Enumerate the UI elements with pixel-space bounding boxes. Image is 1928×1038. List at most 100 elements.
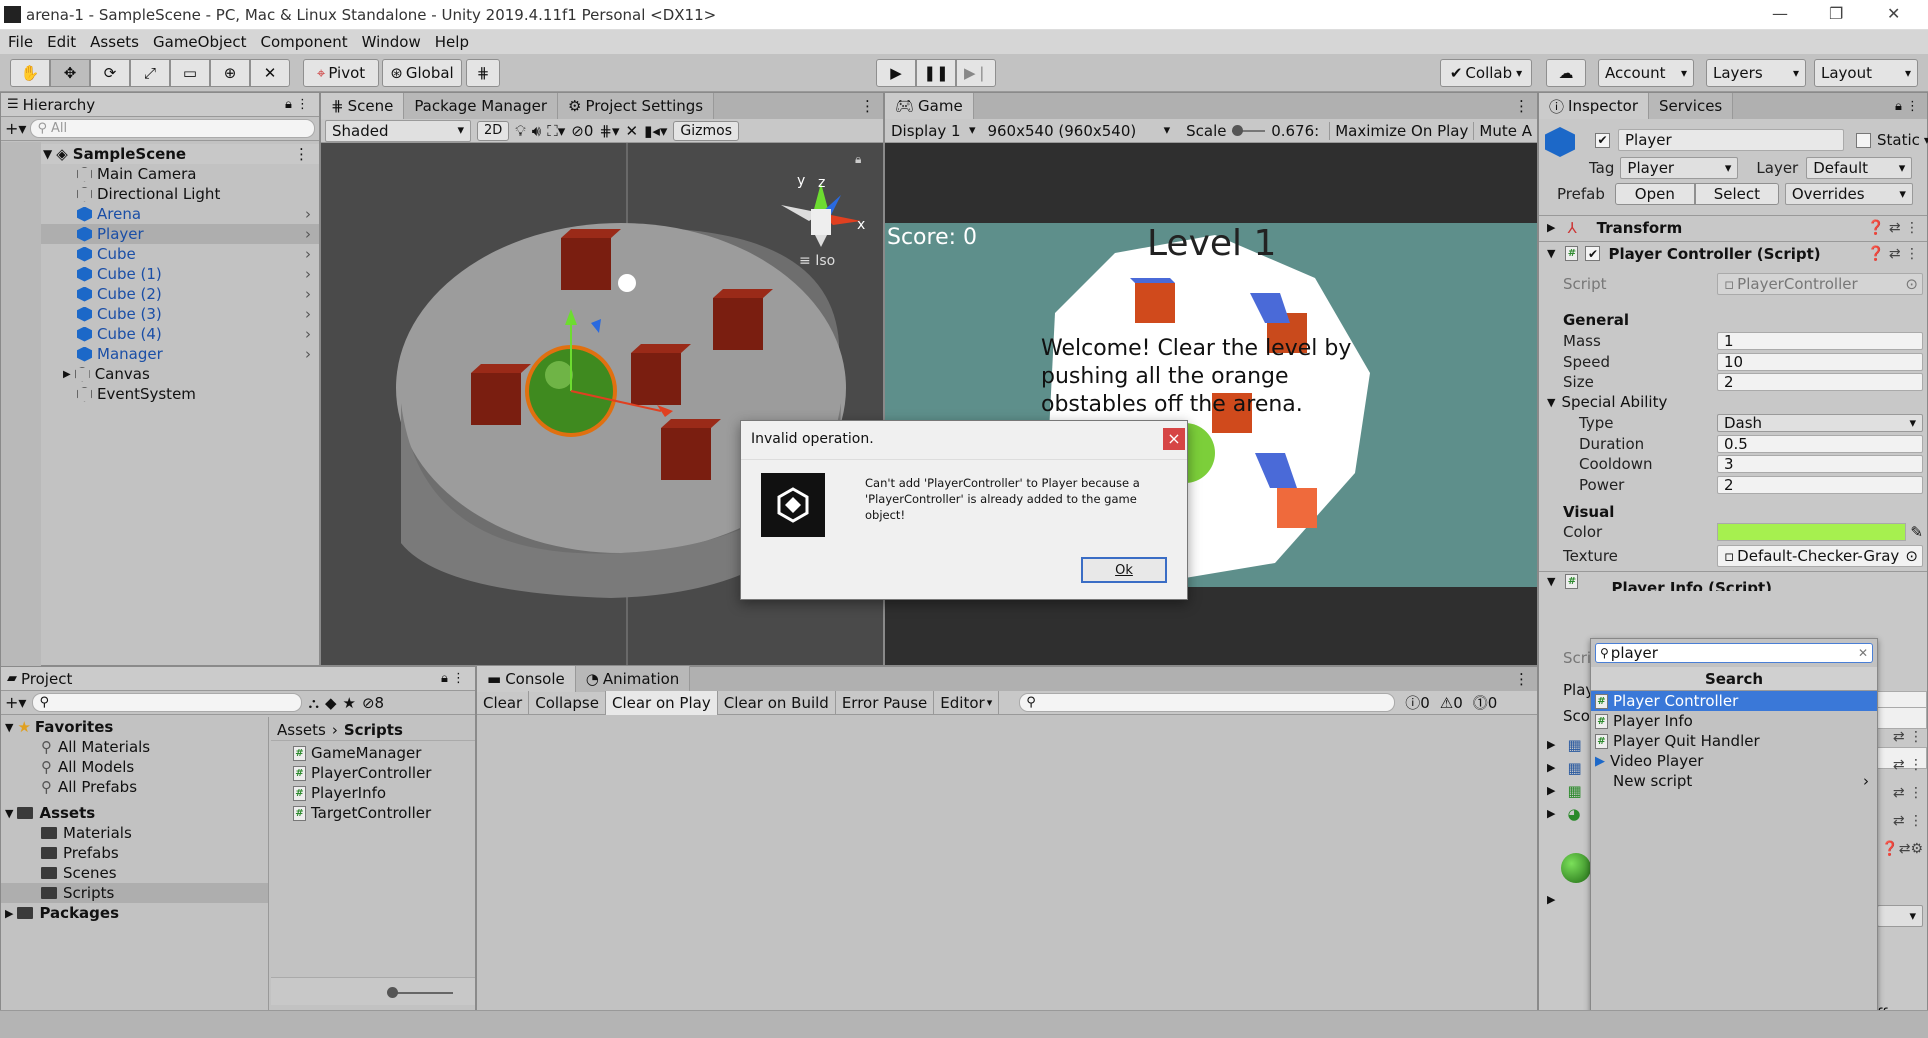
hierarchy-item[interactable]: Cube (4) › <box>1 324 319 344</box>
rect-tool-icon[interactable]: ▭ <box>170 59 210 87</box>
overrides-dropdown[interactable]: Overrides <box>1784 183 1913 205</box>
asset-folder[interactable]: Scenes <box>1 863 268 883</box>
hierarchy-item[interactable]: Player › <box>1 224 319 244</box>
component-menu-icons[interactable]: ⇄ ⋮ ⇄ ⋮ ⇄ ⋮ ⇄ ⋮ ❓⇄⚙ <box>1873 723 1923 863</box>
component-menu-icons[interactable]: ❓ ⇄ ⋮ <box>1867 220 1919 236</box>
camera-icon[interactable]: ▮◂▾ <box>644 122 667 140</box>
console-error-pause-button[interactable]: Error Pause <box>836 690 935 715</box>
mute-audio-toggle[interactable]: Mute A <box>1473 121 1537 140</box>
static-checkbox[interactable] <box>1856 132 1871 148</box>
special-ability-foldout[interactable]: ▼ Special Ability <box>1547 393 1667 411</box>
hierarchy-item[interactable]: Cube › <box>1 244 319 264</box>
search-result-item[interactable]: # Player Info <box>1591 711 1877 731</box>
global-button[interactable]: ⊛ Global <box>382 59 462 87</box>
menu-item-edit[interactable]: Edit <box>47 33 76 51</box>
chevron-right-icon[interactable]: › <box>305 325 311 343</box>
asset-folder[interactable]: Materials <box>1 823 268 843</box>
tab-hierarchy[interactable]: Hierarchy <box>23 96 96 114</box>
chevron-right-icon[interactable]: › <box>305 245 311 263</box>
filter-label-icon[interactable]: ◆ <box>325 694 337 712</box>
component-menu-icons[interactable]: ❓ ⇄ ⋮ <box>1867 246 1919 262</box>
close-icon[interactable]: ✕ <box>1887 4 1900 23</box>
prefab-open-button[interactable]: Open <box>1614 183 1695 205</box>
chevron-right-icon[interactable]: › <box>305 305 311 323</box>
dialog-close-button[interactable]: × <box>1163 428 1185 450</box>
console-log-area[interactable] <box>477 715 1537 1037</box>
effects-icon[interactable]: ⛶▾ <box>547 122 565 140</box>
more-icon[interactable]: ⋮ <box>294 145 309 163</box>
console-search-input[interactable]: ⚲ <box>1019 693 1396 712</box>
project-search-input[interactable]: ⚲ <box>32 693 303 712</box>
search-result-item[interactable]: # Player Controller <box>1591 691 1877 711</box>
lock-icon[interactable]: 🔒︎ <box>855 152 861 166</box>
component-enabled-checkbox[interactable]: ✔ <box>1585 246 1601 261</box>
search-result-item[interactable]: ▶ Video Player <box>1591 751 1877 771</box>
scale-tool-icon[interactable]: ⤢ <box>130 59 170 87</box>
rotate-tool-icon[interactable]: ⟳ <box>90 59 130 87</box>
grid-icon[interactable]: ⋕▾ <box>599 122 619 140</box>
chevron-right-icon[interactable]: › <box>305 225 311 243</box>
texture-field[interactable]: ▫ Default-Checker-Gray ⊙ <box>1717 545 1923 567</box>
hierarchy-item[interactable]: Arena › <box>1 204 319 224</box>
breadcrumb-scripts[interactable]: Scripts <box>344 721 403 739</box>
resolution-dropdown[interactable]: 960x540 (960x540) <box>981 120 1176 142</box>
hierarchy-item[interactable]: Cube (3) › <box>1 304 319 324</box>
hierarchy-search-input[interactable]: ⚲ All <box>30 119 315 138</box>
hierarchy-item[interactable]: EventSystem <box>1 384 319 404</box>
pause-icon[interactable]: ❚❚ <box>916 59 956 87</box>
scale-slider-thumb[interactable] <box>1232 124 1244 136</box>
shading-dropdown[interactable]: Shaded <box>325 119 471 142</box>
script-file[interactable]: # GameManager <box>271 743 475 763</box>
menu-item-component[interactable]: Component <box>261 33 348 51</box>
expand-icon[interactable]: ▶ <box>1547 807 1555 820</box>
script-field[interactable]: ▫ PlayerController ⊙ <box>1717 273 1923 295</box>
tab-services[interactable]: Services <box>1648 93 1734 119</box>
add-icon[interactable]: +▾ <box>5 693 26 712</box>
move-tool-icon[interactable]: ✥ <box>50 59 90 87</box>
lock-icon[interactable]: 🔒︎ ⋮ <box>441 671 465 686</box>
console-clear-button[interactable]: Clear <box>477 690 530 715</box>
filter-type-icon[interactable]: ⛬ <box>308 694 319 712</box>
icon-size-slider-thumb[interactable] <box>387 987 398 998</box>
console-editor-button[interactable]: Editor ▾ <box>934 690 1000 715</box>
tab-project-settings[interactable]: ⚙ Project Settings <box>558 93 715 119</box>
console-collapse-button[interactable]: Collapse <box>529 690 606 715</box>
clear-search-icon[interactable]: ✕ <box>1858 646 1868 660</box>
scale-slider[interactable] <box>1232 124 1266 136</box>
player-controller-header[interactable]: ▼ # ✔ Player Controller (Script) ❓ ⇄ ⋮ <box>1539 241 1927 265</box>
hidden-packages-icon[interactable]: ⊘8 <box>362 694 384 712</box>
breadcrumb-assets[interactable]: Assets <box>277 721 326 739</box>
player-info-header[interactable]: ▼ # Player Info (Script) <box>1539 571 1927 591</box>
expand-icon[interactable]: ▶ <box>1547 221 1555 234</box>
layers-dropdown[interactable]: Layers ▾ <box>1706 59 1806 87</box>
add-icon[interactable]: +▾ <box>5 119 26 138</box>
favorite-item[interactable]: ⚲ All Materials <box>1 737 268 757</box>
script-file[interactable]: # TargetController <box>271 803 475 823</box>
tab-console[interactable]: ▬ Console <box>477 666 576 692</box>
tab-animation[interactable]: ◔ Animation <box>575 666 691 692</box>
display-dropdown[interactable]: Display 1 <box>885 120 981 142</box>
active-checkbox[interactable]: ✔ <box>1595 132 1610 148</box>
hand-tool-icon[interactable]: ✋ <box>10 59 50 87</box>
tab-project[interactable]: Project <box>21 670 72 688</box>
more-icon[interactable]: ⋮ <box>860 97 875 115</box>
collapse-icon[interactable]: ▼ <box>1547 575 1555 588</box>
chevron-right-icon[interactable]: › <box>305 205 311 223</box>
size-field[interactable]: 2 <box>1717 373 1923 391</box>
menu-item-help[interactable]: Help <box>435 33 469 51</box>
object-picker-icon[interactable]: ⊙ <box>1905 547 1918 565</box>
tab-scene[interactable]: ⋕ Scene <box>321 93 405 119</box>
collab-button[interactable]: ✔ Collab ▾ <box>1440 59 1532 87</box>
tab-game[interactable]: 🎮︎ Game <box>885 93 974 119</box>
restore-icon[interactable]: ❐ <box>1829 4 1843 23</box>
tools-icon[interactable]: ✕ <box>626 122 639 140</box>
menu-item-assets[interactable]: Assets <box>90 33 139 51</box>
favorite-item[interactable]: ⚲ All Prefabs <box>1 777 268 797</box>
layer-dropdown[interactable]: Default <box>1806 157 1913 179</box>
script-file[interactable]: # PlayerController <box>271 763 475 783</box>
tab-package-manager[interactable]: Package Manager <box>404 93 559 119</box>
menu-item-file[interactable]: File <box>8 33 33 51</box>
transform-tool-icon[interactable]: ⊕ <box>210 59 250 87</box>
chevron-right-icon[interactable]: › <box>305 265 311 283</box>
assets-folder[interactable]: ▼ Assets <box>1 803 268 823</box>
